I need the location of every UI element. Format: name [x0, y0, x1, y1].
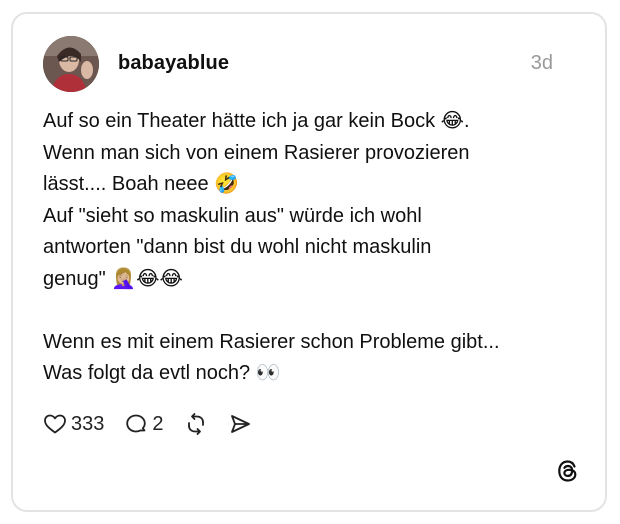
- like-button[interactable]: 333: [43, 412, 104, 436]
- reply-count: 2: [152, 412, 164, 435]
- username[interactable]: babayablue: [118, 52, 229, 75]
- repost-arrows-icon: [187, 413, 204, 435]
- post-line: Was folgt da evtl noch? 👀: [43, 362, 281, 384]
- post-line: Wenn man sich von einem Rasierer provozi…: [43, 141, 470, 164]
- post-line: antworten "dann bist du wohl nicht masku…: [43, 236, 432, 258]
- post-line: Auf so ein Theater hätte ich ja gar kein…: [43, 110, 470, 132]
- post-line: lässt.... Boah neee 🤣: [43, 173, 240, 195]
- post-line: genug" 🤦🏼‍♀️😂😂: [43, 267, 183, 290]
- reply-button[interactable]: 2: [124, 412, 164, 436]
- threads-logo-icon: [555, 458, 581, 484]
- heart-outline-icon: [44, 414, 66, 434]
- repost-button[interactable]: [184, 412, 208, 436]
- action-bar: 333 2: [43, 408, 272, 440]
- post-body: Auf so ein Theater hätte ich ja gar kein…: [43, 106, 583, 390]
- post-line: Wenn es mit einem Rasierer schon Problem…: [43, 330, 500, 353]
- share-button[interactable]: [228, 412, 252, 436]
- post-line: Auf "sieht so maskulin aus" würde ich wo…: [43, 204, 422, 227]
- post-card: babayablue 3d Auf so ein Theater hätte i…: [11, 12, 607, 512]
- avatar-image: [43, 36, 99, 92]
- post-line-spacer: [43, 295, 583, 327]
- speech-bubble-icon: [126, 414, 147, 433]
- avatar[interactable]: [43, 36, 99, 92]
- timestamp: 3d: [530, 52, 553, 74]
- like-count: 333: [71, 412, 105, 435]
- paper-plane-icon: [230, 415, 250, 433]
